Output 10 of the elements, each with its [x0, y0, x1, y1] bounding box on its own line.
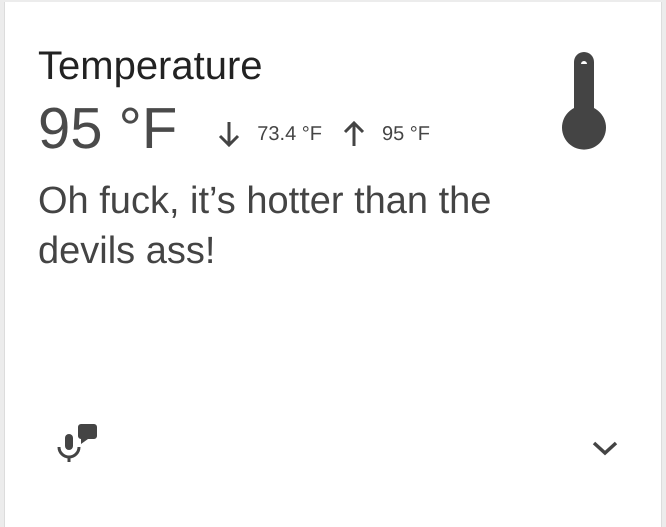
down-arrow-icon [217, 120, 242, 148]
mic-speech-icon[interactable] [57, 423, 99, 463]
thermometer-icon [560, 52, 608, 152]
chevron-icon[interactable] [592, 440, 618, 456]
high-temperature: 95 °F [382, 122, 430, 146]
card-title: Temperature [38, 43, 264, 90]
current-temperature: 95 °F [38, 96, 178, 162]
low-temperature: 73.4 °F [257, 122, 322, 146]
up-arrow-icon [342, 120, 366, 148]
response-message: Oh fuck, it’s hotter than the devils ass! [38, 179, 492, 274]
